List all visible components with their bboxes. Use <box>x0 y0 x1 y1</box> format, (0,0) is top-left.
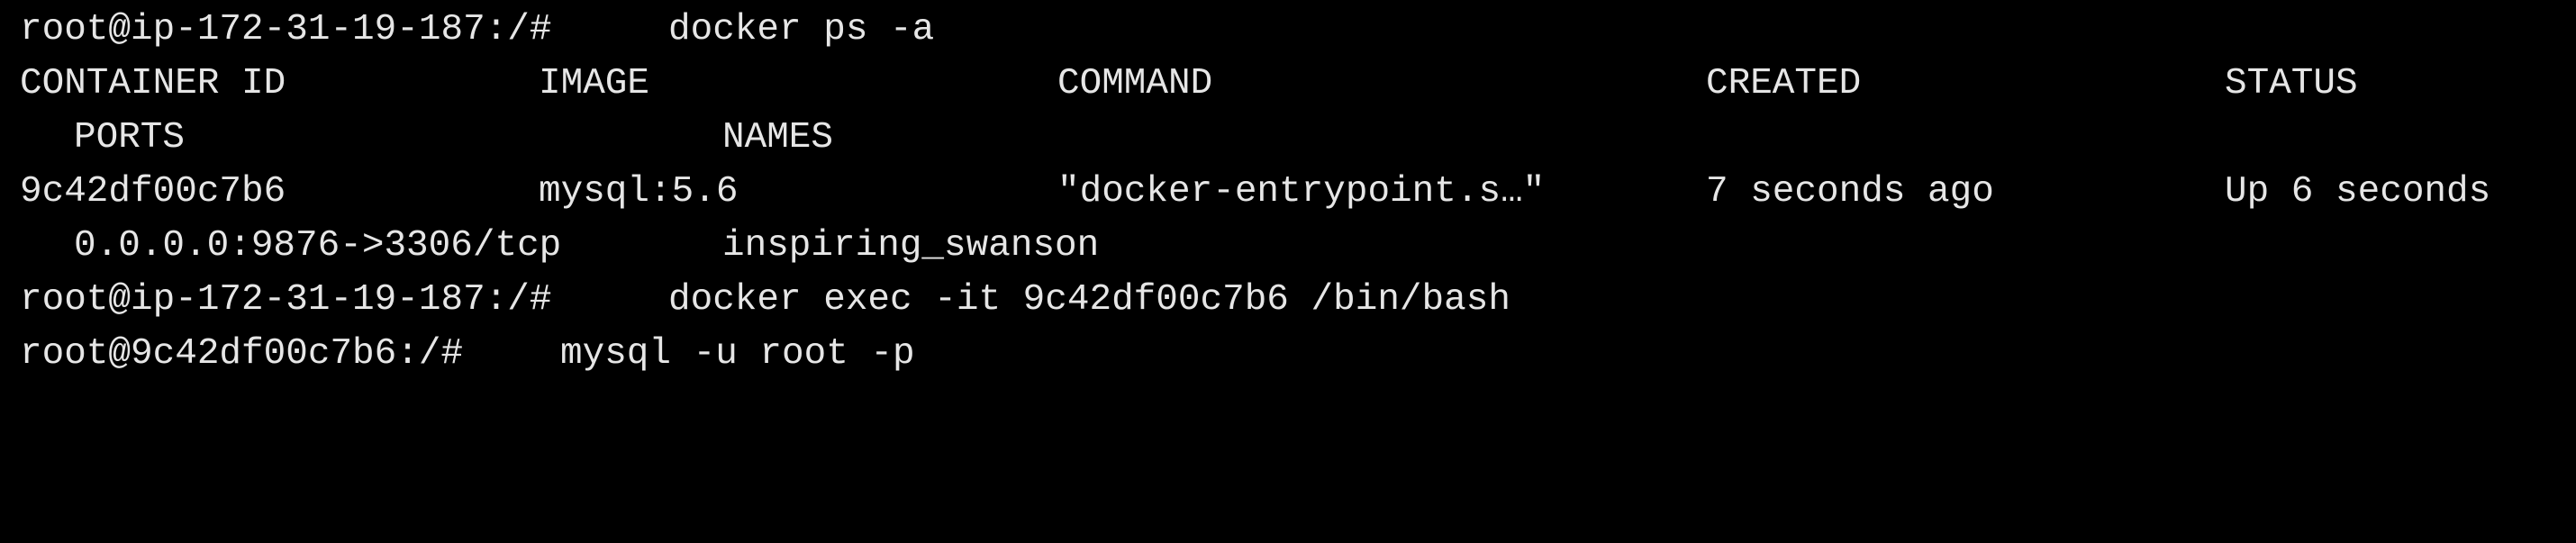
created-cell: 7 seconds ago <box>1706 171 1994 213</box>
column-header-container-id: CONTAINER ID <box>20 63 286 104</box>
image-cell: mysql:5.6 <box>539 171 739 213</box>
column-header-command: COMMAND <box>1057 63 1213 104</box>
command-text: docker ps -a <box>668 9 935 50</box>
command-text: mysql -u root -p <box>560 333 915 375</box>
status-cell: Up 6 seconds <box>2225 171 2491 213</box>
terminal-window[interactable]: root@ip-172-31-19-187:/# docker ps -a CO… <box>0 0 2576 387</box>
column-header-image: IMAGE <box>539 63 650 104</box>
table-row-wrapped: 0.0.0.0:9876->3306/tcp inspiring_swanson <box>0 219 2576 273</box>
terminal-line-7: root@9c42df00c7b6:/# mysql -u root -p <box>0 327 2576 381</box>
terminal-line-1: root@ip-172-31-19-187:/# docker ps -a <box>0 3 2576 57</box>
shell-prompt: root@ip-172-31-19-187:/# <box>20 279 552 321</box>
names-cell: inspiring_swanson <box>722 225 1100 267</box>
shell-prompt: root@ip-172-31-19-187:/# <box>20 9 552 50</box>
command-cell: "docker-entrypoint.s…" <box>1057 171 1546 213</box>
command-text: docker exec -it 9c42df00c7b6 /bin/bash <box>668 279 1510 321</box>
column-header-ports: PORTS <box>74 117 186 158</box>
table-row: 9c42df00c7b6 mysql:5.6 "docker-entrypoin… <box>0 165 2576 219</box>
terminal-line-6: root@ip-172-31-19-187:/# docker exec -it… <box>0 273 2576 327</box>
ports-cell: 0.0.0.0:9876->3306/tcp <box>74 225 562 267</box>
column-header-status: STATUS <box>2225 63 2358 104</box>
column-header-names: NAMES <box>722 117 834 158</box>
column-header-created: CREATED <box>1706 63 1862 104</box>
table-header-row: CONTAINER ID IMAGE COMMAND CREATED STATU… <box>0 57 2576 111</box>
container-id-cell: 9c42df00c7b6 <box>20 171 286 213</box>
shell-prompt: root@9c42df00c7b6:/# <box>20 333 464 375</box>
table-header-row-wrapped: PORTS NAMES <box>0 111 2576 165</box>
